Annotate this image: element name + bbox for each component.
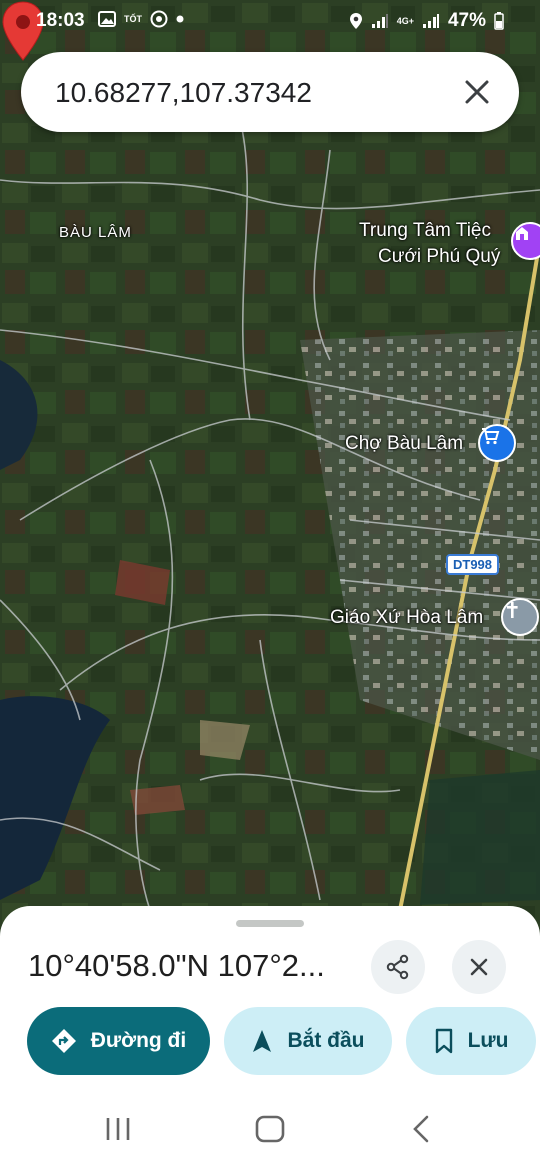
gallery-icon: [98, 11, 116, 27]
start-label: Bắt đầu: [287, 1029, 365, 1052]
back-icon: [413, 1115, 429, 1143]
close-icon: [470, 958, 488, 976]
coordinates-title: 10°40'58.0"N 107°2...: [28, 948, 325, 983]
drag-handle[interactable]: [236, 920, 304, 927]
close-icon[interactable]: [461, 76, 493, 108]
church-cross-icon[interactable]: [501, 598, 539, 636]
home-button[interactable]: [254, 1114, 286, 1149]
notification-dot-icon: [176, 15, 184, 23]
search-bar[interactable]: 10.68277,107.37342: [21, 52, 519, 132]
system-nav-bar: [0, 1096, 540, 1170]
status-time: 18:03: [36, 10, 85, 31]
road-shield-dt998: DT998: [446, 554, 500, 575]
area-label-bau-lam: BÀU LÂM: [59, 224, 132, 241]
close-sheet-button[interactable]: [452, 940, 506, 994]
share-icon: [386, 954, 409, 980]
battery-percent: 47%: [447, 10, 486, 31]
navigation-arrow-icon: [253, 1030, 272, 1052]
location-icon: [349, 13, 362, 29]
chrome-icon: [150, 10, 168, 28]
recent-apps-icon: [106, 1118, 130, 1140]
share-button[interactable]: [371, 940, 425, 994]
battery-icon: [494, 12, 504, 30]
save-label: Lưu: [467, 1029, 509, 1052]
network-type: 4G+: [396, 16, 414, 26]
shopping-cart-icon[interactable]: [478, 424, 516, 462]
directions-icon: [51, 1029, 76, 1053]
carrier-tag: TỐT: [124, 14, 142, 24]
bookmark-icon: [435, 1028, 452, 1054]
save-button[interactable]: Lưu: [406, 1007, 536, 1075]
poi-label-wedding-line1[interactable]: Trung Tâm Tiệc: [359, 220, 491, 242]
poi-label-wedding-line2[interactable]: Cưới Phú Quý: [378, 246, 500, 268]
directions-label: Đường đi: [90, 1029, 187, 1052]
status-bar: 18:03 TỐT 4G+ 47%: [0, 0, 540, 40]
directions-button[interactable]: Đường đi: [27, 1007, 210, 1075]
search-query[interactable]: 10.68277,107.37342: [55, 77, 312, 109]
signal-icon-2: [422, 14, 439, 28]
back-button[interactable]: [408, 1114, 436, 1149]
poi-label-market[interactable]: Chợ Bàu Lâm: [345, 433, 463, 455]
recent-apps-button[interactable]: [104, 1114, 132, 1149]
signal-icon-1: [371, 14, 388, 28]
poi-label-church[interactable]: Giáo Xứ Hòa Lâm: [330, 607, 483, 629]
start-button[interactable]: Bắt đầu: [224, 1007, 392, 1075]
home-icon: [255, 1115, 285, 1143]
